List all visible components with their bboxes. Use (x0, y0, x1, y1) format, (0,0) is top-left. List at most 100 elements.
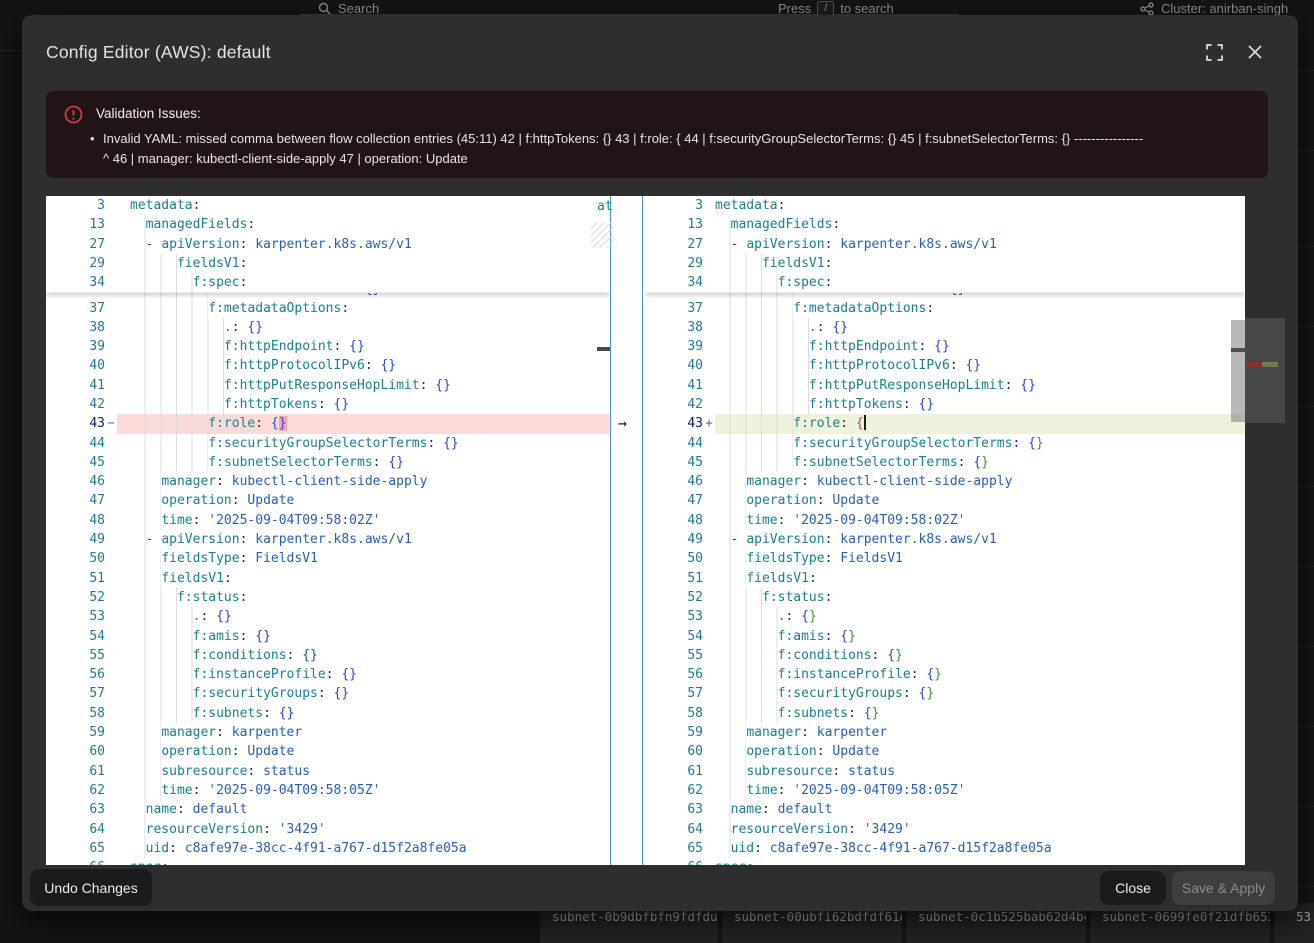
code-line-55: 55 f:conditions: {} (645, 646, 1245, 665)
code-line-57: 57 f:securityGroups: {} (645, 684, 1245, 703)
modified-editor-pane[interactable]: 36 f:amiSelectorTerms: {}37 f:metadataOp… (645, 196, 1245, 865)
code-line-65: 65 uid: c8afe97e-38cc-4f91-a767-d15f2a8f… (645, 839, 1245, 858)
code-line-63: 63 name: default (46, 800, 610, 819)
cluster-icon (1140, 2, 1154, 16)
code-line-52: 52 f:status: (645, 588, 1245, 607)
code-line-61: 61 subresource: status (46, 762, 610, 781)
code-line-47: 47 operation: Update (645, 491, 1245, 510)
modified-scrollbar-marker (1231, 348, 1245, 352)
code-line-61: 61 subresource: status (645, 762, 1245, 781)
overview-slider[interactable] (1245, 318, 1285, 423)
code-line-42: 42 f:httpTokens: {} (46, 395, 610, 414)
dialog-title: Config Editor (AWS): default (46, 42, 271, 63)
code-line-40: 40 f:httpProtocolIPv6: {} (46, 356, 610, 375)
diff-gutter: → (610, 196, 643, 865)
code-line-34: 34 f:spec: (46, 273, 610, 292)
code-line-60: 60 operation: Update (46, 742, 610, 761)
search-input[interactable]: Search (318, 1, 379, 16)
revert-change-arrow[interactable]: → (618, 414, 627, 433)
fullscreen-button[interactable] (1206, 44, 1226, 64)
code-line-54: 54 f:amis: {} (46, 627, 610, 646)
code-line-37: 37 f:metadataOptions: (645, 299, 1245, 318)
code-line-51: 51 fieldsV1: (645, 569, 1245, 588)
code-line-50: 50 fieldsType: FieldsV1 (46, 549, 610, 568)
alert-line-1: Invalid YAML: missed comma between flow … (103, 131, 1143, 146)
code-line-44: 44 f:securityGroupSelectorTerms: {} (645, 434, 1245, 453)
code-line-3: 3metadata: (46, 196, 610, 215)
code-line-45: 45 f:subnetSelectorTerms: {} (645, 453, 1245, 472)
overview-added-marker (1262, 362, 1278, 367)
slash-key-badge: / (817, 1, 834, 16)
code-line-59: 59 manager: karpenter (46, 723, 610, 742)
error-icon (64, 105, 83, 124)
cluster-selector[interactable]: Cluster: anirban-singh (1140, 1, 1288, 16)
code-line-49: 49 - apiVersion: karpenter.k8s.aws/v1 (645, 530, 1245, 549)
to-search-text: to search (840, 1, 893, 16)
code-line-58: 58 f:subnets: {} (645, 704, 1245, 723)
close-button[interactable] (1247, 44, 1267, 64)
code-line-44: 44 f:securityGroupSelectorTerms: {} (46, 434, 610, 453)
alert-line-2: ^ 46 | manager: kubectl-client-side-appl… (103, 151, 468, 166)
overview-removed-marker (1246, 362, 1262, 367)
save-apply-button: Save & Apply (1172, 871, 1275, 905)
code-line-60: 60 operation: Update (645, 742, 1245, 761)
code-line-62: 62 time: '2025-09-04T09:58:05Z' (645, 781, 1245, 800)
yaml-diff-editor[interactable]: 36 f:amiSelectorTerms: {}37 f:metadataOp… (46, 196, 1245, 865)
close-dialog-button[interactable]: Close (1100, 871, 1166, 905)
code-line-46: 46 manager: kubectl-client-side-apply (645, 472, 1245, 491)
code-line-29: 29 fieldsV1: (46, 254, 610, 273)
search-icon (318, 2, 331, 15)
code-line-48: 48 time: '2025-09-04T09:58:02Z' (46, 511, 610, 530)
code-line-57: 57 f:securityGroups: {} (46, 684, 610, 703)
background-divider (0, 50, 22, 51)
close-icon (1247, 44, 1263, 60)
code-line-59: 59 manager: karpenter (645, 723, 1245, 742)
code-line-64: 64 resourceVersion: '3429' (645, 820, 1245, 839)
search-placeholder: Search (338, 1, 379, 16)
code-line-29: 29 fieldsV1: (645, 254, 1245, 273)
modified-code-rows: 36 f:amiSelectorTerms: {}37 f:metadataOp… (645, 293, 1245, 866)
code-line-48: 48 time: '2025-09-04T09:58:02Z' (645, 511, 1245, 530)
code-line-55: 55 f:conditions: {} (46, 646, 610, 665)
code-line-58: 58 f:subnets: {} (46, 704, 610, 723)
code-line-41: 41 f:httpPutResponseHopLimit: {} (645, 376, 1245, 395)
code-line-64: 64 resourceVersion: '3429' (46, 820, 610, 839)
code-line-63: 63 name: default (645, 800, 1245, 819)
code-line-43: 43− f:role: {} (46, 414, 610, 433)
original-sticky-scroll: 3metadata:13 managedFields:27 - apiVersi… (46, 196, 610, 293)
modified-sticky-scroll: 3metadata:13 managedFields:27 - apiVersi… (645, 196, 1245, 293)
text-cursor (864, 415, 866, 430)
code-line-13: 13 managedFields: (46, 215, 610, 234)
code-line-42: 42 f:httpTokens: {} (645, 395, 1245, 414)
fullscreen-icon (1206, 44, 1223, 61)
background-table-rows (1298, 15, 1314, 911)
cluster-label: Cluster: anirban-singh (1161, 1, 1288, 16)
code-line-66: 66spec: (645, 858, 1245, 865)
overview-ruler[interactable] (1245, 196, 1285, 865)
code-line-56: 56 f:instanceProfile: {} (645, 665, 1245, 684)
modified-scrollbar-slider[interactable] (1231, 320, 1245, 422)
code-line-62: 62 time: '2025-09-04T09:58:05Z' (46, 781, 610, 800)
code-line-3: 3metadata: (645, 196, 1245, 215)
code-line-54: 54 f:amis: {} (645, 627, 1245, 646)
code-line-56: 56 f:instanceProfile: {} (46, 665, 610, 684)
undo-changes-button[interactable]: Undo Changes (30, 869, 152, 906)
code-line-40: 40 f:httpProtocolIPv6: {} (645, 356, 1245, 375)
alert-message: • Invalid YAML: missed comma between flo… (103, 129, 1253, 169)
code-line-27: 27 - apiVersion: karpenter.k8s.aws/v1 (46, 235, 610, 254)
code-line-49: 49 - apiVersion: karpenter.k8s.aws/v1 (46, 530, 610, 549)
code-line-45: 45 f:subnetSelectorTerms: {} (46, 453, 610, 472)
code-line-38: 38 .: {} (645, 318, 1245, 337)
code-line-66: 66spec: (46, 858, 610, 865)
alert-heading: Validation Issues: (96, 106, 201, 121)
code-line-53: 53 .: {} (645, 607, 1245, 626)
press-text: Press (778, 1, 811, 16)
code-line-13: 13 managedFields: (645, 215, 1245, 234)
original-editor-pane[interactable]: 36 f:amiSelectorTerms: {}37 f:metadataOp… (46, 196, 610, 865)
code-line-52: 52 f:status: (46, 588, 610, 607)
code-line-46: 46 manager: kubectl-client-side-apply (46, 472, 610, 491)
code-line-65: 65 uid: c8afe97e-38cc-4f91-a767-d15f2a8f… (46, 839, 610, 858)
code-line-27: 27 - apiVersion: karpenter.k8s.aws/v1 (645, 235, 1245, 254)
code-line-34: 34 f:spec: (645, 273, 1245, 292)
code-line-50: 50 fieldsType: FieldsV1 (645, 549, 1245, 568)
